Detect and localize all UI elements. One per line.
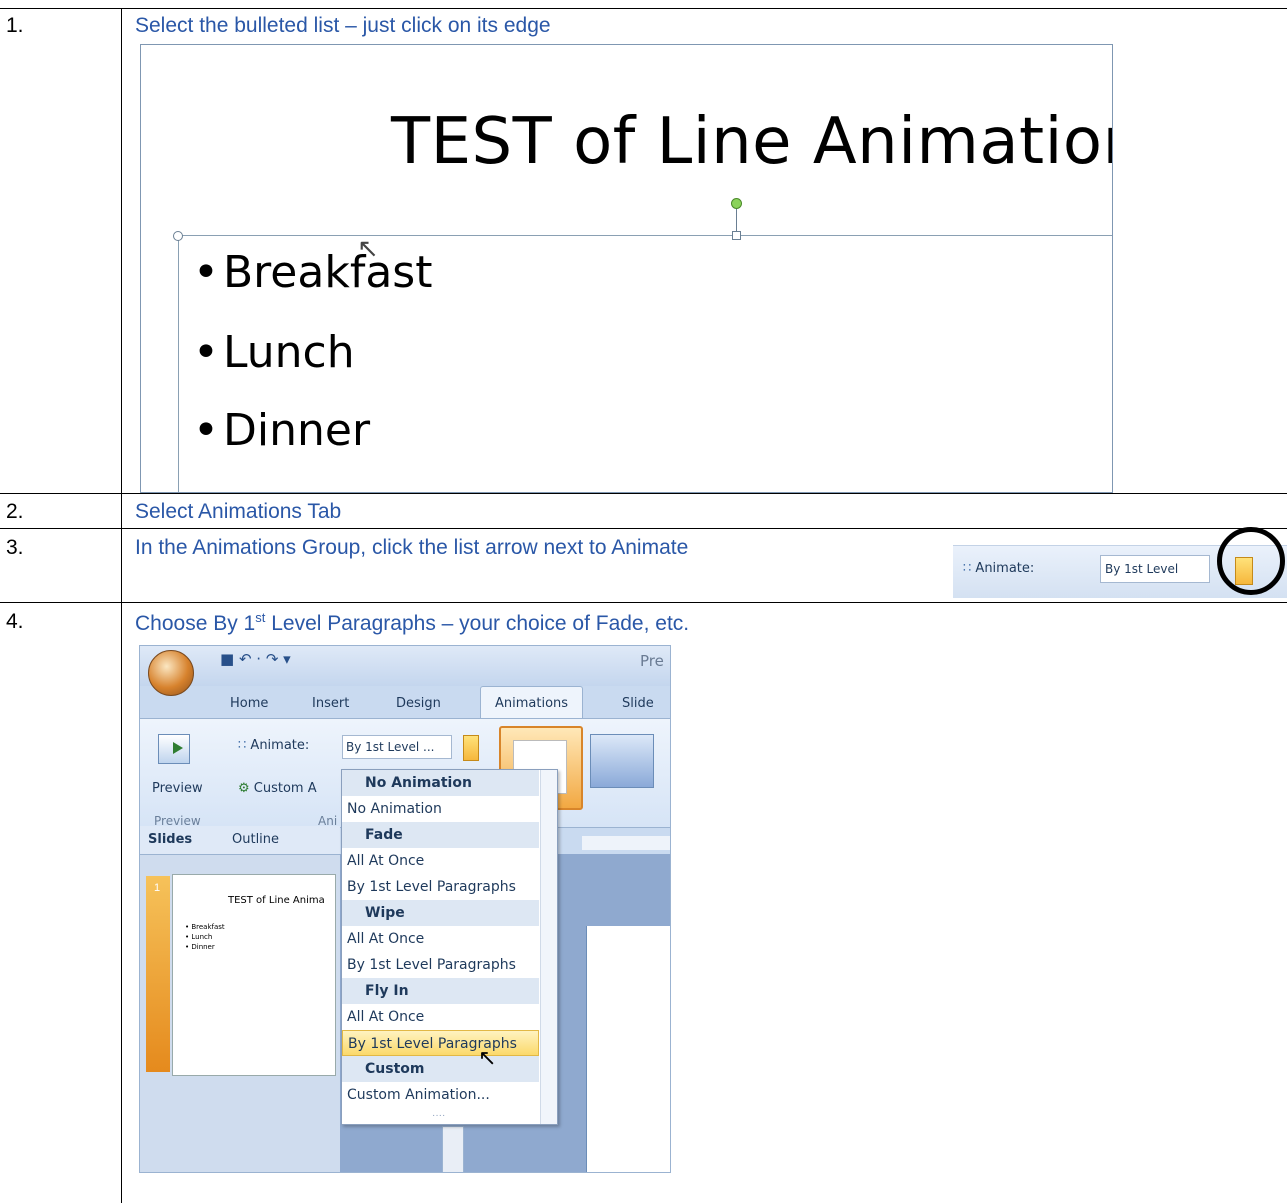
splitter[interactable] (442, 1126, 464, 1172)
menu-item[interactable]: By 1st Level Paragraphs (342, 952, 539, 978)
highlight-circle (1217, 527, 1285, 595)
thumbnail-bullet: • Dinner (185, 943, 215, 951)
animate-label: ∷ Animate: (963, 561, 1035, 576)
menu-item[interactable]: By 1st Level Paragraphs (342, 874, 539, 900)
animate-icon: ∷ (238, 738, 247, 753)
menu-header: Custom (342, 1056, 539, 1082)
menu-item-highlighted[interactable]: By 1st Level Paragraphs (342, 1030, 539, 1056)
rotation-handle[interactable] (731, 198, 742, 209)
tab-slide-show[interactable]: Slide (622, 696, 654, 711)
custom-animation-button[interactable]: ⚙ Custom A (238, 781, 317, 796)
animate-combo[interactable]: By 1st Level ... (342, 735, 452, 759)
table-border-top (0, 8, 1287, 9)
ruler (582, 836, 670, 850)
menu-header: Wipe (342, 900, 539, 926)
step-text: Select the bulleted list – just click on… (135, 14, 551, 37)
animate-combo[interactable]: By 1st Level (1100, 555, 1210, 583)
dropdown-scrollbar[interactable] (540, 770, 557, 1124)
row-divider (0, 493, 1287, 494)
animate-label: ∷ Animate: (238, 738, 310, 753)
mouse-pointer-icon: ↖ (478, 1045, 497, 1070)
step-number: 2. (6, 500, 24, 523)
resize-grip[interactable]: ···· (432, 1110, 445, 1121)
animate-icon: ∷ (963, 561, 972, 576)
slide-screenshot: TEST of Line Animation ↖ •Breakfast •Lun… (140, 44, 1113, 493)
animate-dropdown-arrow[interactable] (463, 735, 479, 761)
menu-header: No Animation (342, 770, 539, 796)
column-divider (121, 8, 122, 1203)
slide-number: 1 (154, 882, 161, 894)
quick-access-toolbar[interactable]: ■ ↶ · ↷ ▾ (220, 650, 291, 668)
menu-item[interactable]: All At Once (342, 1004, 539, 1030)
row-divider (0, 528, 1287, 529)
custom-animation-icon: ⚙ (238, 781, 250, 796)
thumbnail-bullet: • Lunch (185, 933, 213, 941)
tab-outline[interactable]: Outline (232, 832, 279, 847)
menu-item[interactable]: All At Once (342, 926, 539, 952)
step-text: Choose By 1st Level Paragraphs – your ch… (135, 610, 690, 635)
step-number: 4. (6, 610, 24, 633)
thumbnail-bullet: • Breakfast (185, 923, 225, 931)
row-divider (0, 602, 1287, 603)
rotation-stem (736, 207, 737, 231)
step-text: Select Animations Tab (135, 500, 342, 523)
tab-home[interactable]: Home (230, 696, 268, 711)
slide-selection-bar: 1 (146, 876, 170, 1072)
menu-item[interactable]: No Animation (342, 796, 539, 822)
thumbnail-title: TEST of Line Anima (228, 895, 325, 906)
menu-item[interactable]: All At Once (342, 848, 539, 874)
ribbon-tabs: Home Insert Design Animations Slide (140, 686, 670, 720)
tab-slides[interactable]: Slides (148, 832, 192, 847)
tab-design[interactable]: Design (396, 696, 441, 711)
step-number: 1. (6, 14, 24, 37)
window-title: Pre (640, 652, 664, 670)
bullet-item: •Dinner (193, 405, 371, 456)
slide-thumbnail[interactable]: TEST of Line Anima • Breakfast • Lunch •… (172, 874, 336, 1076)
powerpoint-screenshot: ■ ↶ · ↷ ▾ Pre Home Insert Design Animati… (139, 645, 671, 1173)
bullet-item: •Breakfast (193, 247, 433, 298)
step-number: 3. (6, 536, 24, 559)
tab-insert[interactable]: Insert (312, 696, 349, 711)
animate-dropdown-menu: No Animation No Animation Fade All At On… (341, 769, 558, 1125)
menu-header: Fly In (342, 978, 539, 1004)
step-text: In the Animations Group, click the list … (135, 536, 689, 559)
slide-title: TEST of Line Animation (391, 105, 1113, 179)
play-icon (173, 742, 183, 754)
slide-canvas (586, 926, 670, 1172)
selection-handle[interactable] (173, 231, 183, 241)
menu-header: Fade (342, 822, 539, 848)
pane-tabs: Slides Outline (140, 826, 340, 855)
preview-button-label[interactable]: Preview (152, 781, 203, 796)
tab-animations[interactable]: Animations (480, 686, 584, 720)
transition-thumbnail[interactable] (590, 734, 654, 788)
menu-item[interactable]: Custom Animation... (342, 1082, 539, 1108)
bullet-item: •Lunch (193, 327, 355, 378)
selection-handle[interactable] (732, 231, 741, 240)
